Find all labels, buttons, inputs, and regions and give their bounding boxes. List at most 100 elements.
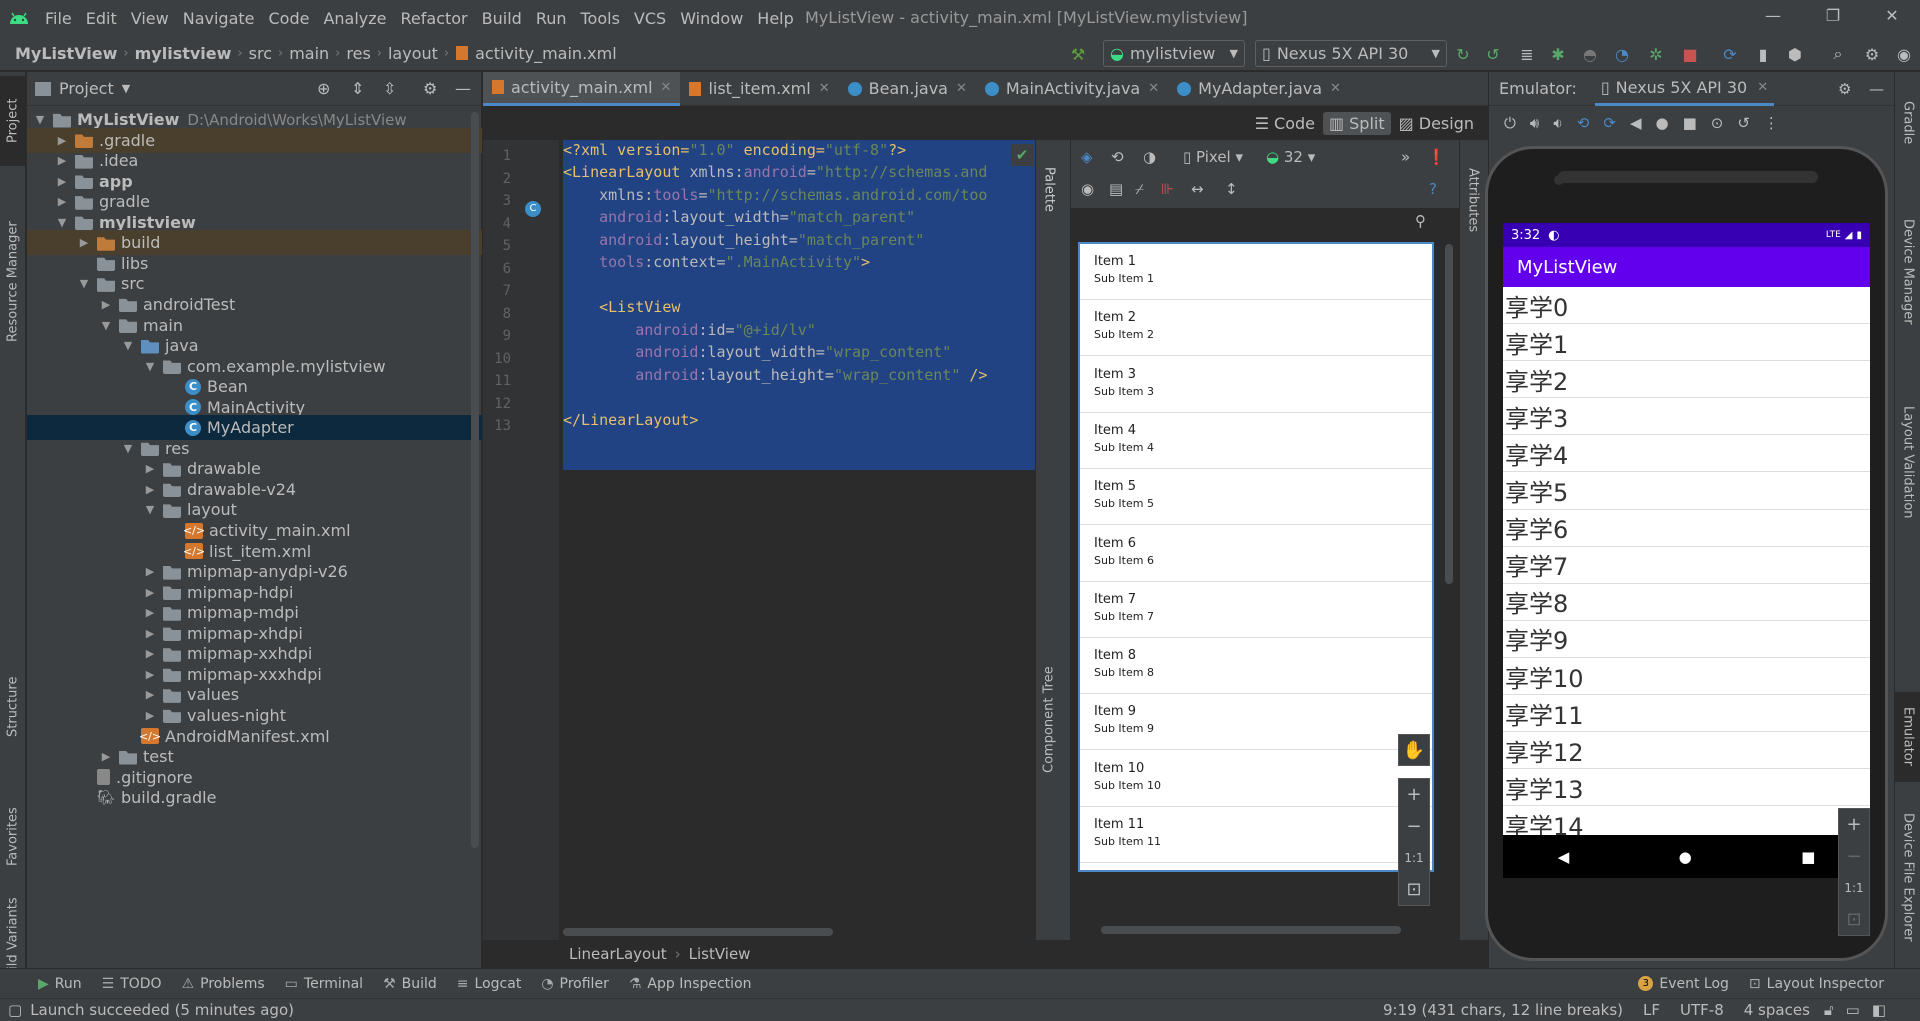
list-item[interactable]: 享学11 xyxy=(1503,695,1870,733)
overview-icon[interactable]: ■ xyxy=(1683,114,1697,132)
run-button[interactable]: ▶ Run xyxy=(28,976,92,992)
preview-list-item[interactable]: Item 1 Sub Item 1 xyxy=(1080,244,1432,300)
chevron-right-icon[interactable]: ▶ xyxy=(77,236,91,249)
close-icon[interactable]: ✕ xyxy=(1148,81,1159,96)
editor-hscrollbar[interactable] xyxy=(563,928,833,936)
close-icon[interactable]: ✕ xyxy=(1330,81,1341,96)
list-item[interactable]: 享学14 xyxy=(1503,806,1870,835)
chevron-down-icon[interactable]: ▼ xyxy=(121,442,135,455)
preview-list-item[interactable]: Item 11 Sub Item 11 xyxy=(1080,807,1432,863)
theme-icon[interactable]: ◑ xyxy=(1143,148,1156,166)
chevron-down-icon[interactable]: ▼ xyxy=(122,82,130,95)
chevron-right-icon[interactable]: ▶ xyxy=(55,195,69,208)
volume-down-icon[interactable]: 🔉︎ xyxy=(1553,114,1562,132)
chevron-down-icon[interactable]: ▼ xyxy=(33,113,47,126)
list-item[interactable]: 享学6 xyxy=(1503,510,1870,547)
breadcrumb-item[interactable]: activity_main.xml xyxy=(472,44,620,63)
emulator-device-tab[interactable]: ▯ Nexus 5X API 30 ✕ xyxy=(1594,72,1775,106)
profiler-button[interactable]: ◔ Profiler xyxy=(531,976,619,992)
memory-icon[interactable]: ▭ xyxy=(1846,1001,1860,1019)
more-icon[interactable]: » xyxy=(1401,148,1410,166)
build-button[interactable]: ⚒ Build xyxy=(373,976,447,992)
project-view-select[interactable]: Project xyxy=(59,79,114,98)
clear-constraints-icon[interactable]: ⊪ xyxy=(1161,180,1174,198)
layout-preview[interactable]: Item 1 Sub Item 1 Item 2 Sub Item 2 Item 3 Su… xyxy=(1078,242,1434,872)
hide-icon[interactable]: — xyxy=(455,79,471,98)
indent-setting[interactable]: 4 spaces xyxy=(1744,1001,1810,1019)
tab-activity_main-xml[interactable]: activity_main.xml ✕ xyxy=(483,71,681,106)
chevron-right-icon[interactable]: ▶ xyxy=(143,647,157,660)
chevron-right-icon[interactable]: ▶ xyxy=(143,668,157,681)
menu-item-window[interactable]: Window xyxy=(673,9,750,28)
chevron-right-icon[interactable]: ▶ xyxy=(55,134,69,147)
preview-list-item[interactable]: Item 5 Sub Item 5 xyxy=(1080,469,1432,526)
chevron-right-icon[interactable]: ▶ xyxy=(143,462,157,475)
menu-item-navigate[interactable]: Navigate xyxy=(176,9,262,28)
tab-attributes[interactable]: Attributes xyxy=(1460,150,1486,250)
recents-icon[interactable]: ■ xyxy=(1801,848,1815,866)
layout-inspector-button[interactable]: ⊡ Layout Inspector xyxy=(1739,976,1894,992)
list-item[interactable]: 享学10 xyxy=(1503,658,1870,695)
breadcrumb-item[interactable]: res xyxy=(343,44,373,63)
list-item[interactable]: 享学0 xyxy=(1503,287,1870,324)
zoom-reset-button[interactable]: 1:1 xyxy=(1398,842,1430,874)
layers-icon[interactable]: ◈ xyxy=(1081,148,1093,166)
search-icon[interactable]: ⌕ xyxy=(1828,44,1848,64)
list-item[interactable]: 享学1 xyxy=(1503,324,1870,362)
apply-code-icon[interactable]: ≣ xyxy=(1517,44,1537,64)
menu-item-code[interactable]: Code xyxy=(262,9,317,28)
project-scrollbar[interactable] xyxy=(471,112,479,848)
device-manager-icon[interactable]: ▮ xyxy=(1753,44,1773,64)
list-item[interactable]: 享学5 xyxy=(1503,473,1870,510)
snapshot-icon[interactable]: ↺ xyxy=(1737,114,1750,132)
profiler-icon[interactable]: ◔ xyxy=(1612,44,1632,64)
menu-item-analyze[interactable]: Analyze xyxy=(316,9,393,28)
design-vscrollbar[interactable] xyxy=(1445,244,1453,584)
home-icon[interactable]: ● xyxy=(1655,114,1668,132)
hammer-icon[interactable]: ⚒ xyxy=(1068,44,1088,64)
close-icon[interactable]: ✕ xyxy=(1757,80,1768,95)
tab-list_item-xml[interactable]: list_item.xml ✕ xyxy=(680,72,838,106)
minimize-icon[interactable]: — xyxy=(1753,6,1793,25)
menu-item-view[interactable]: View xyxy=(124,9,176,28)
code-mode-button[interactable]: ☰ Code xyxy=(1249,112,1321,135)
breadcrumb-item[interactable]: layout xyxy=(385,44,441,63)
breadcrumb-item[interactable]: src xyxy=(246,44,275,63)
preview-list-item[interactable]: Item 10 Sub Item 10 xyxy=(1080,751,1432,807)
chevron-right-icon[interactable]: ▶ xyxy=(143,606,157,619)
sdk-manager-icon[interactable]: ⬢ xyxy=(1785,44,1805,64)
menu-item-refactor[interactable]: Refactor xyxy=(394,9,475,28)
tab-project[interactable]: Project xyxy=(0,76,26,166)
api-picker[interactable]: ◒ 32 ▾ xyxy=(1266,148,1315,166)
emulator-zoom-fit-icon[interactable]: ⊡ xyxy=(1838,904,1870,936)
chevron-right-icon[interactable]: ▶ xyxy=(143,483,157,496)
collapse-all-icon[interactable]: ⇳ xyxy=(383,79,396,98)
preview-list-item[interactable]: Item 9 Sub Item 9 xyxy=(1080,694,1432,751)
line-separator[interactable]: LF xyxy=(1643,1001,1660,1019)
apply-changes-icon[interactable]: ↺ xyxy=(1483,44,1503,64)
warning-icon[interactable]: ❗ xyxy=(1427,148,1446,166)
preview-list-item[interactable]: Item 8 Sub Item 8 xyxy=(1080,638,1432,695)
tab-palette[interactable]: Palette xyxy=(1036,150,1062,230)
lock-icon[interactable]: 🔓︎ xyxy=(1824,1001,1834,1019)
close-icon[interactable]: ✕ xyxy=(661,80,672,95)
list-item[interactable]: 享学12 xyxy=(1503,732,1870,770)
profile-icon[interactable]: ◓ xyxy=(1580,44,1600,64)
rotate-right-icon[interactable]: ⟳ xyxy=(1603,114,1616,132)
list-item[interactable]: 享学4 xyxy=(1503,435,1870,473)
chevron-right-icon[interactable]: ▶ xyxy=(55,175,69,188)
tab-component-tree[interactable]: Component Tree xyxy=(1036,650,1062,790)
split-mode-button[interactable]: ▥ Split xyxy=(1323,111,1391,135)
menu-item-vcs[interactable]: VCS xyxy=(627,9,673,28)
menu-item-help[interactable]: Help xyxy=(750,9,800,28)
volume-up-icon[interactable]: 🔊︎ xyxy=(1530,114,1539,132)
zoom-out-icon[interactable]: − xyxy=(1398,810,1430,842)
close-window-icon[interactable]: ✕ xyxy=(1872,6,1912,25)
close-icon[interactable]: ✕ xyxy=(956,81,967,96)
hide-icon[interactable]: — xyxy=(1869,80,1884,98)
menu-item-run[interactable]: Run xyxy=(529,9,574,28)
tab-resource-manager[interactable]: Resource Manager xyxy=(0,172,26,392)
terminal-button[interactable]: ▭ Terminal xyxy=(275,976,373,992)
gear-icon[interactable]: ⚙ xyxy=(1838,80,1851,98)
tab-favorites[interactable]: Favorites xyxy=(0,792,26,882)
